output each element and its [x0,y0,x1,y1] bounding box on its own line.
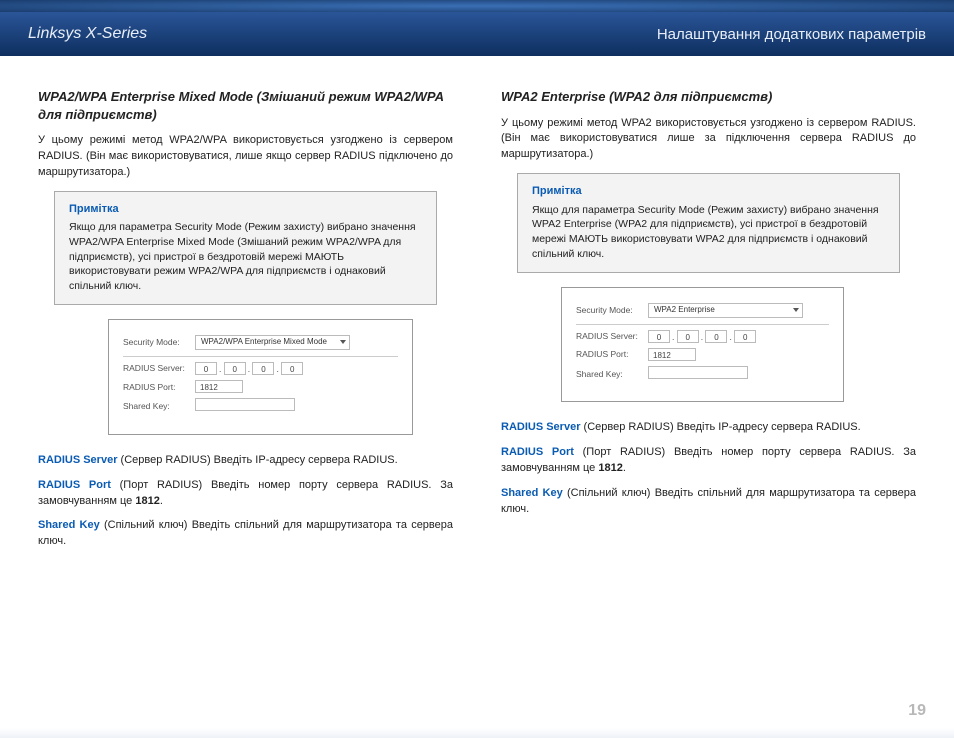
note-title: Примітка [69,202,422,217]
def-shared-key: Shared Key (Спільний ключ) Введіть спіль… [501,486,916,518]
ip-octet-input[interactable]: 0 [648,330,670,343]
config-security-mode-label: Security Mode: [576,304,648,316]
config-radius-port-label: RADIUS Port: [123,381,195,393]
chevron-down-icon [793,308,799,312]
term-radius-server: RADIUS Server [38,454,117,466]
term-radius-port: RADIUS Port [501,446,574,458]
left-section-title: WPA2/WPA Enterprise Mixed Mode (Змішаний… [38,88,453,123]
radius-port-input[interactable]: 1812 [648,348,696,361]
header-left-title: Linksys X-Series [28,25,147,43]
header-right-title: Налаштування додаткових параметрів [657,26,926,43]
def-radius-server: RADIUS Server (Сервер RADIUS) Введіть IP… [501,420,916,436]
ip-octet-input[interactable]: 0 [705,330,727,343]
security-mode-value: WPA2 Enterprise [654,304,715,316]
ip-octet-input[interactable]: 0 [734,330,756,343]
ip-octet-input[interactable]: 0 [252,362,274,375]
def-radius-server: RADIUS Server (Сервер RADIUS) Введіть IP… [38,453,453,469]
ip-octet-input[interactable]: 0 [281,362,303,375]
page-header: Linksys X-Series Налаштування додаткових… [0,12,954,56]
right-note-box: Примітка Якщо для параметра Security Mod… [517,173,900,272]
term-shared-key: Shared Key [38,519,100,531]
left-config-screenshot: Security Mode: WPA2/WPA Enterprise Mixed… [108,319,413,435]
def-radius-port: RADIUS Port (Порт RADIUS) Введіть номер … [501,445,916,477]
left-note-box: Примітка Якщо для параметра Security Mod… [54,191,437,305]
right-intro: У цьому режимі метод WPA2 використовуєть… [501,116,916,164]
right-section-title: WPA2 Enterprise (WPA2 для підприємств) [501,88,916,106]
right-config-screenshot: Security Mode: WPA2 Enterprise RADIUS Se… [561,287,844,403]
config-radius-server-label: RADIUS Server: [123,362,195,374]
note-body: Якщо для параметра Security Mode (Режим … [69,220,422,293]
term-shared-key: Shared Key [501,487,563,499]
left-intro: У цьому режимі метод WPA2/WPA використов… [38,133,453,181]
config-security-mode-label: Security Mode: [123,336,195,348]
page-content: WPA2/WPA Enterprise Mixed Mode (Змішаний… [0,76,954,708]
term-radius-server: RADIUS Server [501,421,580,433]
config-shared-key-label: Shared Key: [123,400,195,412]
def-radius-port: RADIUS Port (Порт RADIUS) Введіть номер … [38,478,453,510]
divider [123,356,398,357]
config-radius-port-label: RADIUS Port: [576,348,648,360]
shared-key-input[interactable] [648,366,748,379]
ip-octet-input[interactable]: 0 [224,362,246,375]
ip-octet-input[interactable]: 0 [677,330,699,343]
security-mode-select[interactable]: WPA2 Enterprise [648,303,803,318]
chevron-down-icon [340,340,346,344]
divider [576,324,829,325]
security-mode-select[interactable]: WPA2/WPA Enterprise Mixed Mode [195,335,350,350]
radius-port-input[interactable]: 1812 [195,380,243,393]
term-radius-port: RADIUS Port [38,479,111,491]
config-shared-key-label: Shared Key: [576,368,648,380]
page-top-edge [0,0,954,12]
config-radius-server-label: RADIUS Server: [576,330,648,342]
security-mode-value: WPA2/WPA Enterprise Mixed Mode [201,336,327,348]
page-bottom-edge [0,728,954,738]
note-title: Примітка [532,184,885,199]
ip-octet-input[interactable]: 0 [195,362,217,375]
left-column: WPA2/WPA Enterprise Mixed Mode (Змішаний… [22,88,477,708]
note-body: Якщо для параметра Security Mode (Режим … [532,203,885,262]
right-column: WPA2 Enterprise (WPA2 для підприємств) У… [477,88,932,708]
shared-key-input[interactable] [195,398,295,411]
page-number: 19 [908,702,926,720]
def-shared-key: Shared Key (Спільний ключ) Введіть спіль… [38,518,453,550]
